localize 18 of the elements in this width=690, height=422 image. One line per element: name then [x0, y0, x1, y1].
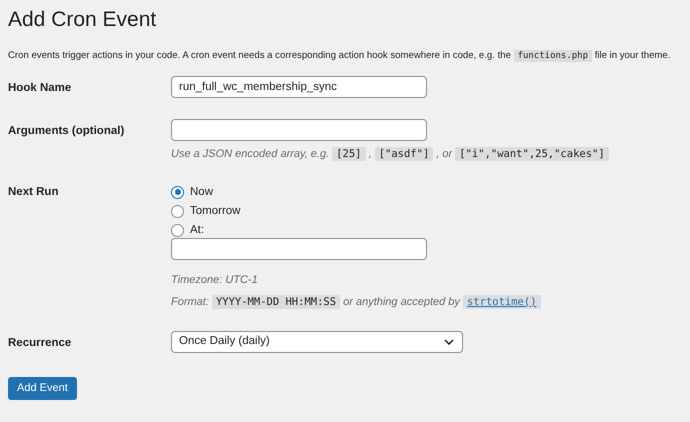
timezone-text: Timezone: UTC-1: [171, 273, 259, 288]
arguments-hint: Use a JSON encoded array, e.g. [25] , ["asdf"] , or ["i","want",25,"cakes"]: [171, 146, 609, 162]
radio-option[interactable]: Tomorrow: [171, 203, 541, 219]
hook-name-input[interactable]: run_full_wc_membership_sync: [171, 76, 427, 98]
field-label: Recurrence: [8, 336, 72, 350]
date-time-input[interactable]: [171, 238, 427, 260]
field-label: Hook Name: [8, 81, 72, 96]
field-label: Next Run: [8, 185, 60, 200]
add-event-button[interactable]: Add Event: [8, 376, 77, 400]
field-label: Arguments (optional): [8, 124, 126, 139]
recurrence-select[interactable]: Once Daily (daily): [171, 330, 463, 352]
description-text: Cron events trigger actions in your code. A cron event needs a corresponding action hook somewhere in code, e.g. the functions.php file in your theme.: [8, 49, 672, 64]
radio-option[interactable]: At:: [171, 222, 541, 238]
arguments-input[interactable]: [171, 119, 427, 141]
page-title: Add Cron Event: [8, 7, 158, 33]
chevron-down-icon: [444, 338, 454, 344]
format-hint: Format: YYYY-MM-DD HH:MM:SS or anything accepted by strtotime(): [171, 292, 541, 310]
radio-option[interactable]: Now: [171, 184, 541, 200]
